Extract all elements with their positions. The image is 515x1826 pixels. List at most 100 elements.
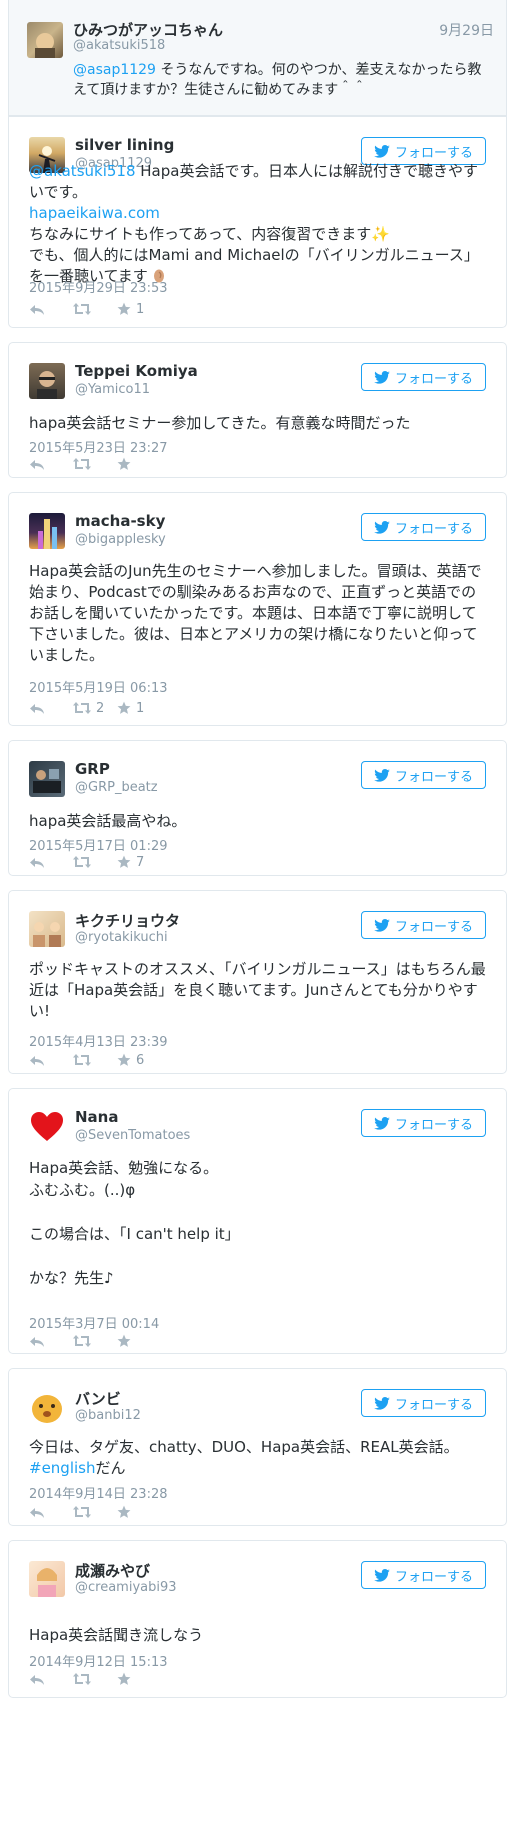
tweet-actions — [29, 1331, 161, 1351]
author-name[interactable]: ひみつがアッコちゃん — [73, 19, 223, 40]
avatar[interactable] — [29, 513, 65, 549]
tweet-date[interactable]: 9月29日 — [439, 20, 494, 40]
favorite-button[interactable] — [117, 1672, 161, 1686]
retweet-button[interactable] — [73, 303, 117, 315]
reply-button[interactable] — [29, 856, 73, 869]
avatar[interactable] — [29, 761, 65, 797]
favorite-button[interactable]: 1 — [117, 302, 161, 317]
star-icon — [117, 1505, 131, 1518]
author-name[interactable]: バンビ — [75, 1388, 121, 1409]
author-name[interactable]: Teppei Komiya — [75, 362, 198, 380]
author-name[interactable]: キクチリョウタ — [75, 910, 180, 931]
favorite-button[interactable] — [117, 457, 161, 471]
tweet-timestamp[interactable]: 2014年9月14日 23:28 — [29, 1483, 168, 1502]
follow-button[interactable]: フォローする — [361, 1561, 486, 1589]
tweet-actions — [29, 1669, 161, 1689]
retweet-button[interactable] — [73, 1506, 117, 1518]
tweet-timestamp[interactable]: 2015年9月29日 23:53 — [29, 277, 168, 296]
follow-button[interactable]: フォローする — [361, 513, 486, 541]
tweet-card: Nana @SevenTomatoes フォローする Hapa英会話、勉強になる… — [8, 1088, 507, 1354]
favorite-button[interactable]: 1 — [117, 701, 161, 716]
reply-icon — [30, 1336, 44, 1347]
author-handle[interactable]: @akatsuki518 — [73, 38, 165, 53]
follow-button[interactable]: フォローする — [361, 1389, 486, 1417]
author-name[interactable]: silver lining — [75, 136, 174, 154]
twitter-bird-icon — [374, 1568, 390, 1582]
url-link[interactable]: hapaeikaiwa.com — [29, 204, 160, 222]
reply-button[interactable] — [29, 1673, 73, 1686]
reply-button[interactable] — [29, 1506, 73, 1519]
retweet-button[interactable] — [73, 1054, 117, 1066]
tweet-timestamp[interactable]: 2015年5月19日 06:13 — [29, 677, 168, 696]
tweet-timestamp[interactable]: 2014年9月12日 15:13 — [29, 1651, 168, 1670]
follow-label: フォローする — [394, 919, 473, 935]
tweet-feed: ひみつがアッコちゃん @akatsuki518 9月29日 @asap1129 … — [0, 0, 515, 1826]
hashtag-link[interactable]: #english — [29, 1459, 95, 1477]
author-name[interactable]: 成瀬みやび — [75, 1560, 150, 1581]
avatar[interactable] — [29, 1109, 65, 1145]
star-icon — [117, 457, 131, 470]
avatar[interactable] — [27, 22, 63, 58]
author-handle[interactable]: @bigapplesky — [75, 532, 166, 547]
reply-icon — [30, 304, 44, 315]
tweet-actions — [29, 454, 161, 474]
twitter-bird-icon — [374, 918, 390, 932]
retweet-icon — [73, 458, 91, 470]
avatar[interactable] — [29, 1389, 65, 1425]
avatar[interactable] — [29, 1561, 65, 1597]
follow-button[interactable]: フォローする — [361, 1109, 486, 1137]
reply-button[interactable] — [29, 702, 73, 715]
tweet-timestamp[interactable]: 2015年4月13日 23:39 — [29, 1031, 168, 1050]
author-handle[interactable]: @GRP_beatz — [75, 780, 158, 795]
favorite-button[interactable]: 6 — [117, 1053, 161, 1068]
avatar[interactable] — [29, 363, 65, 399]
author-handle[interactable]: @creamiyabi93 — [75, 1580, 177, 1595]
reply-button[interactable] — [29, 1335, 73, 1348]
retweet-button[interactable] — [73, 1335, 117, 1347]
reply-icon — [30, 459, 44, 470]
favorite-button[interactable]: 7 — [117, 855, 161, 870]
follow-button[interactable]: フォローする — [361, 761, 486, 789]
reply-button[interactable] — [29, 303, 73, 316]
tweet-text: @asap1129 そうなんですね。何のやつか、差支えなかったら教えて頂けますか… — [73, 62, 482, 98]
author-handle[interactable]: @banbi12 — [75, 1408, 141, 1423]
mention-link[interactable]: @akatsuki518 — [29, 162, 136, 180]
twitter-bird-icon — [374, 1116, 390, 1130]
reply-button[interactable] — [29, 458, 73, 471]
twitter-bird-icon — [374, 1396, 390, 1410]
tweet-card: macha-sky @bigapplesky フォローする Hapa英会話のJu… — [8, 492, 507, 726]
tweet-text: Hapa英会話のJun先生のセミナーへ参加しました。冒頭は、英語で始まり、Pod… — [29, 562, 482, 664]
retweet-icon — [73, 856, 91, 868]
favorite-button[interactable] — [117, 1505, 161, 1519]
author-handle[interactable]: @Yamico11 — [75, 382, 150, 397]
sparkles-emoji: ✨ — [371, 225, 390, 243]
avatar[interactable] — [29, 911, 65, 947]
follow-label: フォローする — [394, 1117, 473, 1133]
follow-button[interactable]: フォローする — [361, 363, 486, 391]
author-name[interactable]: Nana — [75, 1108, 118, 1126]
retweet-button[interactable] — [73, 856, 117, 868]
mention-link[interactable]: @asap1129 — [73, 62, 156, 78]
tweet-actions: 1 — [29, 299, 161, 319]
favorite-button[interactable] — [117, 1334, 161, 1348]
retweet-button[interactable]: 2 — [73, 701, 117, 716]
author-name[interactable]: macha-sky — [75, 512, 165, 530]
tweet-text: hapa英会話セミナー参加してきた。有意義な時間だった — [29, 414, 411, 432]
heart-icon — [31, 1112, 63, 1141]
reply-icon — [30, 1055, 44, 1066]
author-handle[interactable]: @ryotakikuchi — [75, 930, 168, 945]
follow-button[interactable]: フォローする — [361, 911, 486, 939]
retweet-button[interactable] — [73, 1673, 117, 1685]
author-name[interactable]: GRP — [75, 760, 110, 778]
follow-label: フォローする — [394, 769, 473, 785]
reply-button[interactable] — [29, 1054, 73, 1067]
tweet-timestamp[interactable]: 2015年3月7日 00:14 — [29, 1313, 159, 1332]
author-handle[interactable]: @SevenTomatoes — [75, 1128, 190, 1143]
star-icon — [117, 1053, 131, 1066]
twitter-bird-icon — [374, 520, 390, 534]
follow-label: フォローする — [394, 371, 473, 387]
tweet-text: ポッドキャストのオススメ、「バイリンガルニュース」はもちろん最近は「Hapa英会… — [29, 960, 486, 1020]
retweet-button[interactable] — [73, 458, 117, 470]
tweet-text: hapa英会話最高やね。 — [29, 812, 187, 830]
star-icon — [117, 302, 131, 315]
